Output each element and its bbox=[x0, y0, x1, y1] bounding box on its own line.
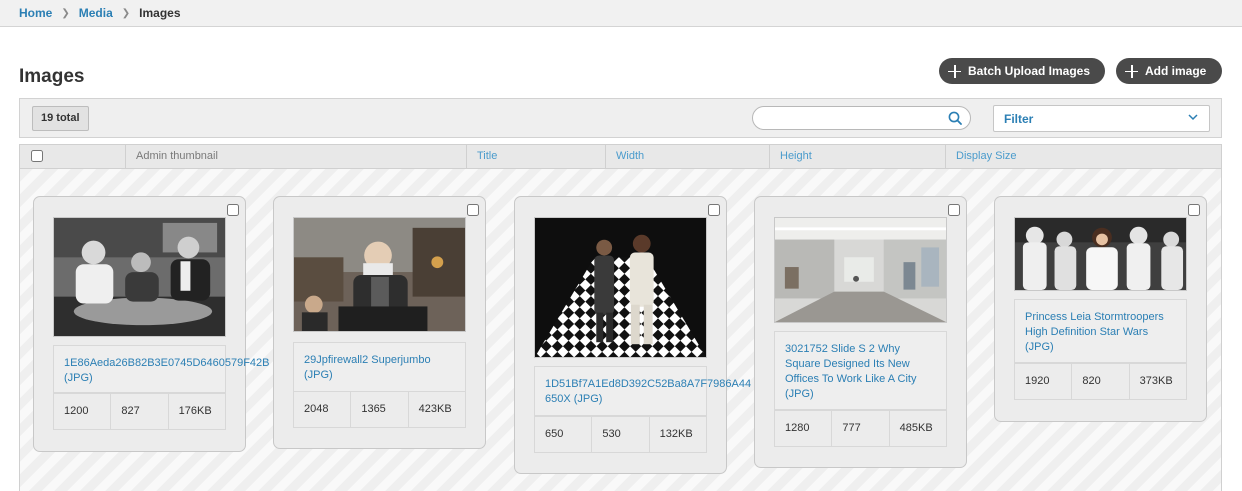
image-size: 485KB bbox=[888, 411, 946, 446]
image-card: 1E86Aeda26B82B3E0745D6460579F42B (JPG) 1… bbox=[33, 196, 270, 452]
breadcrumb-media-link[interactable]: Media bbox=[79, 6, 113, 20]
image-title-link[interactable]: 1D51Bf7A1Ed8D392C52Ba8A7F7986A44 650X (J… bbox=[534, 366, 751, 416]
plus-icon bbox=[1125, 64, 1138, 78]
listing-toolbar: 19 total Filter bbox=[19, 98, 1222, 138]
image-height: 1365 bbox=[350, 392, 407, 427]
photo-thumbnail-icon bbox=[54, 218, 225, 336]
total-count-badge: 19 total bbox=[32, 106, 89, 131]
photo-thumbnail-icon bbox=[1015, 218, 1186, 290]
image-meta-row: 1920 820 373KB bbox=[1014, 363, 1187, 400]
chevron-right-icon: ❯ bbox=[121, 7, 131, 19]
column-title[interactable]: Title bbox=[466, 145, 605, 168]
image-thumbnail[interactable] bbox=[534, 217, 707, 358]
image-select-checkbox[interactable] bbox=[708, 204, 720, 216]
image-title-link[interactable]: 3021752 Slide S 2 Why Square Designed It… bbox=[774, 331, 947, 410]
image-size: 176KB bbox=[167, 394, 225, 429]
image-select-checkbox[interactable] bbox=[948, 204, 960, 216]
search-icon[interactable] bbox=[948, 111, 962, 125]
image-size: 373KB bbox=[1128, 364, 1186, 399]
filter-dropdown[interactable]: Filter bbox=[993, 105, 1210, 132]
image-meta-row: 2048 1365 423KB bbox=[293, 391, 466, 428]
image-title-text: 1E86Aeda26B82B3E0745D6460579F42B (JPG) bbox=[64, 357, 270, 384]
image-title-text: Princess Leia Stormtroopers High Definit… bbox=[1025, 311, 1164, 353]
image-width: 1200 bbox=[64, 405, 89, 417]
photo-thumbnail-icon bbox=[775, 218, 946, 322]
table-header: Admin thumbnail Title Width Height Displ… bbox=[19, 144, 1222, 169]
search-input[interactable] bbox=[752, 106, 971, 130]
image-height: 777 bbox=[831, 411, 888, 446]
image-title-link[interactable]: Princess Leia Stormtroopers High Definit… bbox=[1014, 299, 1187, 363]
plus-icon bbox=[948, 64, 961, 78]
image-meta-row: 650 530 132KB bbox=[534, 416, 707, 453]
image-title-text: 3021752 Slide S 2 Why Square Designed It… bbox=[785, 343, 917, 400]
column-height[interactable]: Height bbox=[769, 145, 945, 168]
column-width[interactable]: Width bbox=[605, 145, 769, 168]
image-thumbnail[interactable] bbox=[53, 217, 226, 337]
select-all-checkbox[interactable] bbox=[31, 150, 43, 162]
image-title-link[interactable]: 29Jpfirewall2 Superjumbo (JPG) bbox=[293, 342, 466, 392]
image-title-text: 1D51Bf7A1Ed8D392C52Ba8A7F7986A44 650X (J… bbox=[545, 378, 752, 405]
batch-upload-label: Batch Upload Images bbox=[968, 64, 1091, 78]
image-width: 1280 bbox=[785, 422, 810, 434]
top-bar: Home ❯ Media ❯ Images bbox=[0, 0, 1242, 27]
image-width: 650 bbox=[545, 428, 564, 440]
breadcrumb: Home ❯ Media ❯ Images bbox=[19, 6, 181, 20]
chevron-down-icon bbox=[1188, 114, 1198, 121]
image-select-checkbox[interactable] bbox=[227, 204, 239, 216]
image-thumbnail[interactable] bbox=[293, 217, 466, 332]
filter-label: Filter bbox=[1004, 112, 1034, 126]
image-card: 29Jpfirewall2 Superjumbo (JPG) 2048 1365… bbox=[273, 196, 486, 449]
image-grid: 1E86Aeda26B82B3E0745D6460579F42B (JPG) 1… bbox=[19, 169, 1222, 491]
image-size: 423KB bbox=[407, 392, 465, 427]
image-title-text: 29Jpfirewall2 Superjumbo (JPG) bbox=[304, 354, 431, 381]
image-height: 820 bbox=[1071, 364, 1128, 399]
add-image-button[interactable]: Add image bbox=[1116, 58, 1222, 84]
image-thumbnail[interactable] bbox=[1014, 217, 1187, 291]
image-width: 2048 bbox=[304, 403, 329, 415]
image-height: 827 bbox=[110, 394, 167, 429]
column-admin-thumbnail: Admin thumbnail bbox=[125, 145, 466, 168]
image-card: 1D51Bf7A1Ed8D392C52Ba8A7F7986A44 650X (J… bbox=[514, 196, 751, 474]
image-title-link[interactable]: 1E86Aeda26B82B3E0745D6460579F42B (JPG) bbox=[53, 345, 270, 393]
image-thumbnail[interactable] bbox=[774, 217, 947, 323]
image-height: 530 bbox=[591, 417, 648, 452]
image-size: 132KB bbox=[648, 417, 706, 452]
photo-thumbnail-icon bbox=[535, 218, 706, 357]
image-select-checkbox[interactable] bbox=[1188, 204, 1200, 216]
page-title: Images bbox=[19, 66, 85, 87]
image-card: Princess Leia Stormtroopers High Definit… bbox=[994, 196, 1207, 422]
photo-thumbnail-icon bbox=[294, 218, 465, 331]
image-meta-row: 1280 777 485KB bbox=[774, 410, 947, 447]
breadcrumb-current: Images bbox=[139, 6, 181, 20]
batch-upload-button[interactable]: Batch Upload Images bbox=[939, 58, 1105, 84]
image-select-checkbox[interactable] bbox=[467, 204, 479, 216]
image-card: 3021752 Slide S 2 Why Square Designed It… bbox=[754, 196, 967, 468]
image-width: 1920 bbox=[1025, 375, 1050, 387]
chevron-right-icon: ❯ bbox=[61, 7, 70, 19]
add-image-label: Add image bbox=[1145, 64, 1207, 78]
breadcrumb-home-link[interactable]: Home bbox=[19, 6, 52, 20]
column-display-size[interactable]: Display Size bbox=[945, 145, 1215, 168]
image-meta-row: 1200 827 176KB bbox=[53, 393, 226, 430]
